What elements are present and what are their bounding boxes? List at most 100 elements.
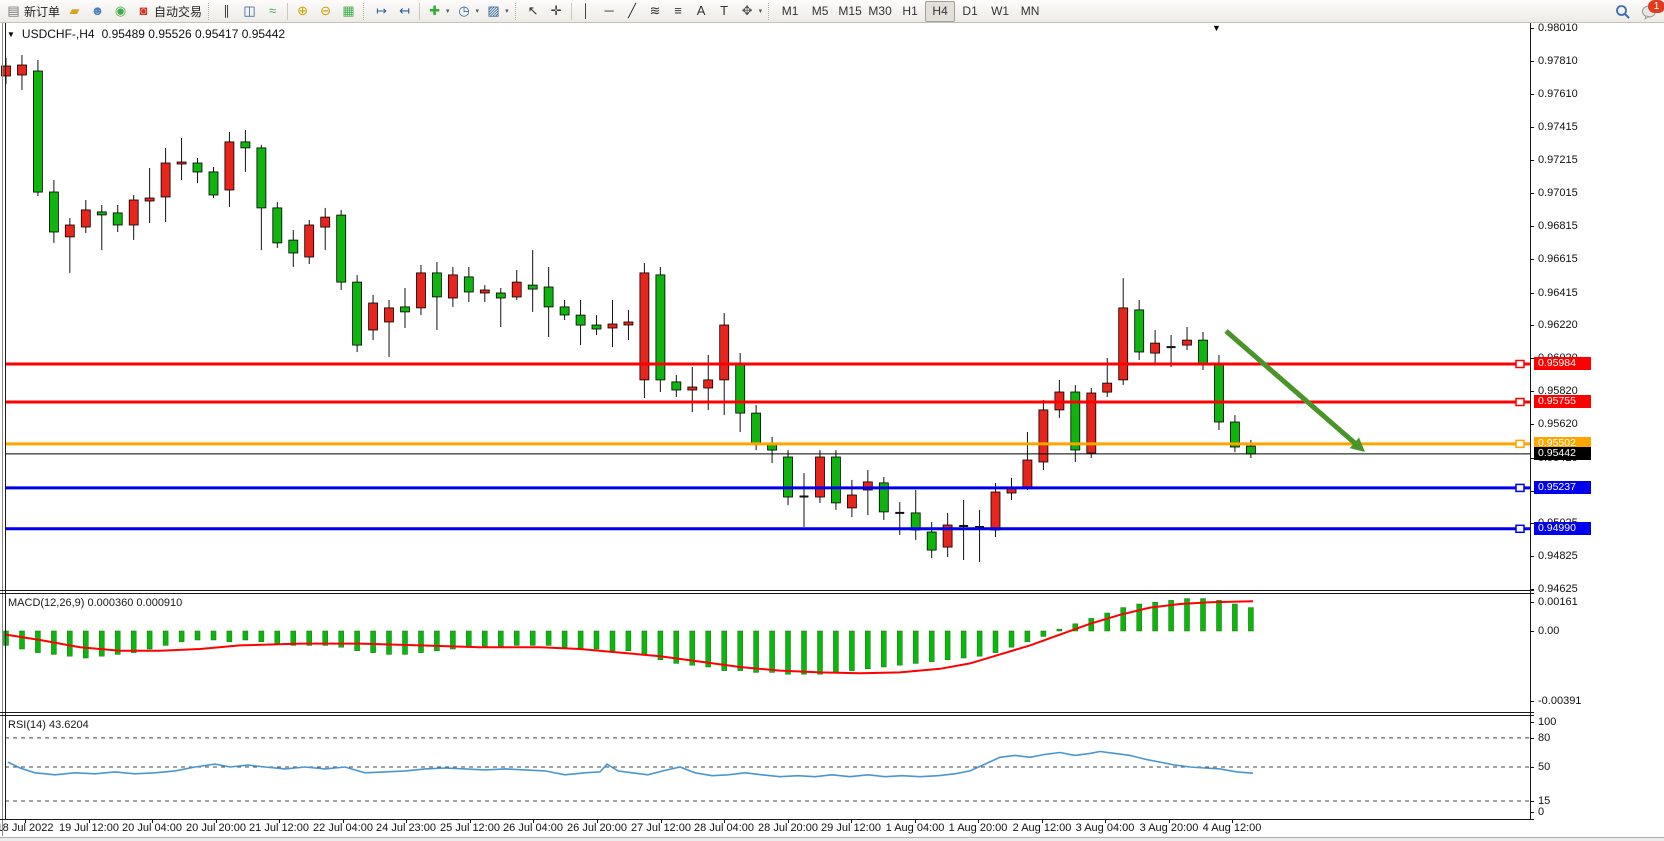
cart-icon: ◙ [135,3,152,19]
new-order-button[interactable]: ▤新订单 [2,1,63,22]
price-tick-label: 0.96415 [1538,287,1578,299]
pane-separator[interactable] [0,593,1534,594]
toolbar-separator [571,3,572,20]
charts-book-button[interactable]: ▰ [63,1,86,22]
time-tick-label: 18 Jul 2022 [0,822,53,834]
template-icon: ▨ [485,3,502,19]
indicators-button[interactable]: ✚▾ [423,1,453,22]
symbol-period-label: USDCHF-,H4 [22,27,95,41]
zoom-in-button[interactable]: ⊕ [291,1,314,22]
pane-separator[interactable] [0,715,1534,716]
pane-separator[interactable] [0,712,1534,713]
market-profile-button[interactable]: ☻ [86,1,109,22]
chart-shift-marker-icon[interactable]: ▼ [1212,23,1221,33]
price-line-label[interactable]: 0.95237 [1534,481,1591,494]
period-d1-button[interactable]: D1 [955,1,985,22]
pane-separator[interactable] [0,590,1534,591]
templates-button[interactable]: ▨▾ [482,1,512,22]
toolbar-drag-handle[interactable] [515,3,519,20]
trend-arrow[interactable] [1226,331,1365,452]
time-axis-line [0,819,1534,820]
clock-icon: ◷ [456,3,473,19]
time-tick-label: 22 Jul 04:00 [313,822,373,834]
time-tick-label: 4 Aug 12:00 [1203,822,1262,834]
period-w1-button[interactable]: W1 [985,1,1015,22]
chat-icon[interactable]: 1 [1641,4,1658,20]
dropdown-caret-icon[interactable]: ▾ [446,7,450,15]
price-tick-label: 0.97215 [1538,154,1578,166]
arrows-tool-button[interactable]: ✥▾ [736,1,766,22]
auto-scroll-button[interactable]: ↦ [370,1,393,22]
toolbar-drag-handle[interactable] [363,3,367,20]
equidistant-channel-tool-button[interactable]: ≋ [644,1,667,22]
book-icon: ▰ [66,3,83,19]
time-tick-label: 26 Jul 20:00 [567,822,627,834]
zoom-out-icon: ⊖ [317,3,334,19]
vertical-line-tool-button[interactable]: │ [575,1,598,22]
period-mn-button[interactable]: MN [1015,1,1045,22]
macd-pane[interactable] [0,594,1534,711]
time-tick-label: 20 Jul 04:00 [122,822,182,834]
signals-button[interactable]: ◉ [109,1,132,22]
toolbar-drag-handle[interactable] [768,3,772,20]
price-tick [1530,127,1534,128]
indicator-tick [1530,801,1534,802]
time-tick-label: 3 Aug 20:00 [1140,822,1199,834]
dropdown-caret-icon[interactable]: ▾ [505,7,509,15]
notification-badge: 1 [1648,0,1664,13]
zoom-out-button[interactable]: ⊖ [314,1,337,22]
price-line-label[interactable]: 0.95755 [1534,395,1591,408]
price-axis-border[interactable] [1530,23,1531,819]
period-m15-button[interactable]: M15 [835,1,865,22]
channel-icon: ≋ [647,3,664,19]
label-icon: T [716,3,733,19]
period-h1-button[interactable]: H1 [895,1,925,22]
search-icon[interactable] [1615,4,1631,20]
price-tick [1530,325,1534,326]
period-m30-button[interactable]: M30 [865,1,895,22]
dropdown-caret-icon[interactable]: ▾ [476,7,480,15]
cursor-icon: ↖ [525,3,542,19]
price-line-label[interactable]: 0.94990 [1534,522,1591,535]
time-tick-label: 2 Aug 12:00 [1013,822,1072,834]
period-h4-button[interactable]: H4 [925,1,955,22]
toolbar-separator [419,3,420,20]
cursor-tool-button[interactable]: ↖ [522,1,545,22]
line-icon: ≈ [264,3,281,19]
periods-menu-button[interactable]: ◷▾ [453,1,483,22]
line-chart-mode-button[interactable]: ≈ [261,1,284,22]
new-order-icon: ▤ [5,3,22,19]
collapse-triangle-icon[interactable]: ▼ [7,30,15,39]
fibo-icon: ≡ [670,3,687,19]
indicator-tick [1530,738,1534,739]
text-label-tool-button[interactable]: T [713,1,736,22]
price-line-label[interactable]: 0.95442 [1534,447,1591,460]
arrows-icon: ✥ [739,3,756,19]
fibonacci-tool-button[interactable]: ≡ [667,1,690,22]
candle-chart-mode-button[interactable]: ◫ [238,1,261,22]
mt4-window: ▤新订单▰☻◉◙自动交易∥◫≈⊕⊖▦↦↤✚▾◷▾▨▾↖✛│─╱≋≡AT✥▾ M1… [0,0,1664,841]
toolbar-drag-handle[interactable] [208,3,212,20]
tile-windows-button[interactable]: ▦ [337,1,360,22]
time-tick-label: 19 Jul 12:00 [59,822,119,834]
price-tick [1530,193,1534,194]
period-m1-button[interactable]: M1 [775,1,805,22]
period-m5-button[interactable]: M5 [805,1,835,22]
chart-shift-button[interactable]: ↤ [393,1,416,22]
rsi-label: RSI(14) 43.6204 [8,719,89,731]
trendline-tool-button[interactable]: ╱ [621,1,644,22]
dropdown-caret-icon[interactable]: ▾ [759,7,763,15]
horizontal-line-tool-button[interactable]: ─ [598,1,621,22]
time-tick-label: 26 Jul 04:00 [503,822,563,834]
price-line-label[interactable]: 0.95984 [1534,357,1591,370]
crosshair-tool-button[interactable]: ✛ [545,1,568,22]
macd-label: MACD(12,26,9) 0.000360 0.000910 [8,597,182,609]
text-tool-button[interactable]: A [690,1,713,22]
bar-chart-mode-button[interactable]: ∥ [215,1,238,22]
price-tick [1530,391,1534,392]
auto-trading-button[interactable]: ◙自动交易 [132,1,205,22]
rsi-pane[interactable] [0,716,1534,819]
price-chart[interactable] [0,23,1534,589]
price-tick [1530,61,1534,62]
candles-layer [2,55,1256,562]
